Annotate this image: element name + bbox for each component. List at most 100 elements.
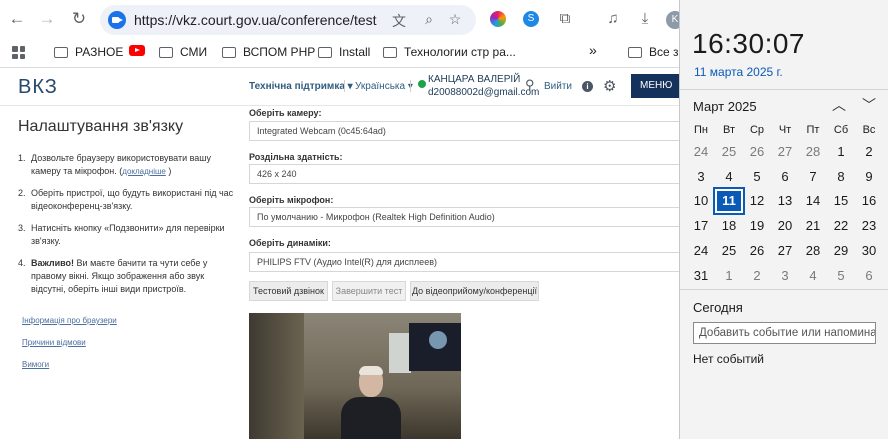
calendar-day[interactable]: 31	[687, 264, 715, 288]
translate-icon[interactable]: 文	[390, 11, 408, 31]
calendar-day[interactable]: 24	[687, 239, 715, 263]
forward-icon[interactable]: →	[36, 8, 58, 30]
calendar-day[interactable]: 3	[771, 264, 799, 288]
folder-icon	[159, 46, 173, 58]
calendar-day[interactable]: 19	[743, 214, 771, 238]
details-link[interactable]: докладніше	[122, 167, 166, 176]
calendar-day[interactable]: 17	[687, 214, 715, 238]
bookmark-vspom-php[interactable]: ВСПОМ PHP	[222, 45, 315, 59]
info-icon[interactable]: i	[582, 81, 593, 92]
calendar-day[interactable]: 25	[715, 239, 743, 263]
calendar-day[interactable]: 5	[743, 165, 771, 189]
requirements-link[interactable]: Вимоги	[22, 360, 117, 369]
reload-icon[interactable]: ↻	[68, 8, 90, 30]
weekday-header: Ср	[749, 124, 765, 136]
calendar-day[interactable]: 25	[715, 140, 743, 164]
address-bar[interactable]: https://vkz.court.gov.ua/conference/test…	[100, 5, 476, 35]
shazam-extension-icon[interactable]: S	[523, 11, 539, 27]
calendar-day[interactable]: 22	[827, 214, 855, 238]
calendar-day[interactable]: 1	[715, 264, 743, 288]
calendar-day[interactable]: 29	[827, 239, 855, 263]
bookmarks-more-button[interactable]: »	[589, 42, 597, 58]
calendar-day[interactable]: 2	[855, 140, 883, 164]
pin-icon[interactable]: ⚲	[525, 77, 535, 93]
calendar-day[interactable]: 24	[687, 140, 715, 164]
calendar-day[interactable]: 8	[827, 165, 855, 189]
url-text[interactable]: https://vkz.court.gov.ua/conference/test	[134, 12, 377, 28]
calendar-day[interactable]: 13	[771, 189, 799, 213]
download-icon[interactable]: ⤓	[634, 8, 656, 30]
calendar-day[interactable]: 15	[827, 189, 855, 213]
calendar-day[interactable]: 27	[771, 239, 799, 263]
language-menu[interactable]: Українська ▾	[355, 81, 413, 92]
site-logo[interactable]: ВКЗ	[18, 76, 58, 99]
color-picker-extension-icon[interactable]	[490, 11, 506, 27]
calendar-day[interactable]: 2	[743, 264, 771, 288]
support-menu[interactable]: Технічна підтримка ▾	[249, 81, 353, 92]
resolution-select[interactable]: 426 x 240	[249, 164, 680, 184]
weekday-header: Сб	[833, 124, 849, 136]
bookmark-install[interactable]: Install	[318, 45, 370, 59]
calendar-day-today[interactable]: 11	[713, 187, 745, 216]
calendar-day[interactable]: 5	[827, 264, 855, 288]
user-email: d20088002d@gmail.com	[428, 87, 540, 98]
weekday-header: Вс	[862, 124, 876, 136]
user-name: КАНЦАРА ВАЛЕРІЙ	[428, 74, 521, 85]
bookmark-smi[interactable]: СМИ	[159, 45, 207, 59]
calendar-day[interactable]: 6	[855, 264, 883, 288]
add-event-input[interactable]: Добавить событие или напомина	[693, 322, 876, 344]
clock-time: 16:30:07	[692, 28, 805, 59]
calendar-day[interactable]: 28	[799, 239, 827, 263]
zoom-icon[interactable]: ⌕	[420, 11, 438, 28]
calendar-day[interactable]: 23	[855, 214, 883, 238]
calendar-day[interactable]: 26	[743, 239, 771, 263]
camera-select[interactable]: Integrated Webcam (0c45:64ad)	[249, 121, 680, 141]
instructions-list: 1. Дозвольте браузеру використовувати ва…	[18, 152, 238, 305]
calendar-day[interactable]: 27	[771, 140, 799, 164]
today-heading: Сегодня	[693, 300, 743, 315]
bookmark-all[interactable]: Все за	[628, 45, 685, 59]
menu-button[interactable]: МЕНЮ	[631, 74, 680, 98]
media-queue-icon[interactable]: ♫	[602, 8, 624, 30]
to-conference-button[interactable]: До відеоприйому/конференції	[410, 281, 539, 301]
calendar-day[interactable]: 28	[799, 140, 827, 164]
back-icon[interactable]: ←	[6, 8, 28, 30]
calendar-day[interactable]: 4	[799, 264, 827, 288]
calendar-day[interactable]: 14	[799, 189, 827, 213]
calendar-day[interactable]: 26	[743, 140, 771, 164]
next-month-icon[interactable]: ﹀	[862, 95, 876, 115]
settings-gear-icon[interactable]: ⚙	[603, 77, 616, 95]
calendar-day[interactable]: 1	[827, 140, 855, 164]
site-camera-icon[interactable]	[108, 11, 126, 29]
extensions-puzzle-icon[interactable]: ⧉	[554, 8, 576, 30]
previous-month-icon[interactable]: ︿	[832, 95, 846, 115]
calendar-day[interactable]: 9	[855, 165, 883, 189]
bookmark-tehnologii[interactable]: Технологии стр ра...	[383, 45, 516, 59]
month-title[interactable]: Март 2025	[693, 99, 757, 114]
calendar-day[interactable]: 10	[687, 189, 715, 213]
calendar-day[interactable]: 3	[687, 165, 715, 189]
calendar-day[interactable]: 20	[771, 214, 799, 238]
browser-info-link[interactable]: Інформація про браузери	[22, 316, 117, 325]
apps-grid-icon[interactable]	[12, 46, 25, 59]
logout-link[interactable]: Вийти	[544, 81, 572, 92]
calendar-day[interactable]: 30	[855, 239, 883, 263]
test-call-button[interactable]: Тестовий дзвінок	[249, 281, 328, 301]
full-date-link[interactable]: 11 марта 2025 г.	[694, 65, 783, 79]
microphone-select[interactable]: По умолчанию - Микрофон (Realtek High De…	[249, 207, 680, 227]
speakers-select[interactable]: PHILIPS FTV (Аудио Intel(R) для дисплеев…	[249, 252, 680, 272]
calendar-day[interactable]: 21	[799, 214, 827, 238]
folder-icon	[54, 46, 68, 58]
calendar-day[interactable]: 16	[855, 189, 883, 213]
bookmark-youtube[interactable]	[129, 45, 145, 56]
calendar-day[interactable]: 4	[715, 165, 743, 189]
calendar-day[interactable]: 12	[743, 189, 771, 213]
calendar-day[interactable]: 7	[799, 165, 827, 189]
calendar-day[interactable]: 6	[771, 165, 799, 189]
step-2: 2. Оберіть пристрої, що будуть використа…	[18, 188, 234, 211]
bookmark-razное[interactable]: РАЗНОЕ	[54, 45, 123, 59]
bookmark-star-icon[interactable]: ☆	[446, 11, 464, 28]
refusal-reasons-link[interactable]: Причини відмови	[22, 338, 117, 347]
calendar-day[interactable]: 18	[715, 214, 743, 238]
finish-test-button[interactable]: Завершити тест	[332, 281, 406, 301]
